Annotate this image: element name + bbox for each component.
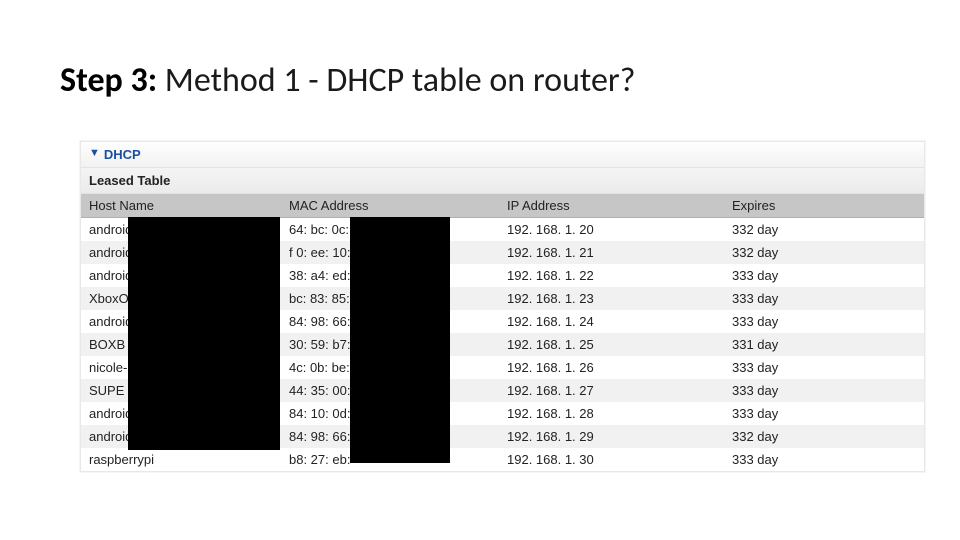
cell-exp: 332 day <box>724 425 924 448</box>
slide-title: Step 3: Method 1 - DHCP table on router? <box>60 60 900 101</box>
cell-ip: 192. 168. 1. 24 <box>499 310 724 333</box>
dhcp-panel: ▼ DHCP Leased Table Host Name MAC Addres… <box>80 141 925 472</box>
cell-exp: 333 day <box>724 402 924 425</box>
col-host: Host Name <box>81 194 281 218</box>
cell-exp: 333 day <box>724 264 924 287</box>
chevron-down-icon: ▼ <box>89 148 100 159</box>
col-ip: IP Address <box>499 194 724 218</box>
cell-exp: 333 day <box>724 287 924 310</box>
leased-table-head: Host Name MAC Address IP Address Expires <box>81 194 924 218</box>
col-expires: Expires <box>724 194 924 218</box>
cell-ip: 192. 168. 1. 22 <box>499 264 724 287</box>
cell-ip: 192. 168. 1. 26 <box>499 356 724 379</box>
cell-ip: 192. 168. 1. 30 <box>499 448 724 471</box>
cell-exp: 333 day <box>724 356 924 379</box>
cell-exp: 333 day <box>724 379 924 402</box>
col-mac: MAC Address <box>281 194 499 218</box>
cell-exp: 332 day <box>724 241 924 264</box>
cell-host: raspberrypi <box>81 448 281 471</box>
cell-ip: 192. 168. 1. 28 <box>499 402 724 425</box>
cell-exp: 331 day <box>724 333 924 356</box>
cell-ip: 192. 168. 1. 29 <box>499 425 724 448</box>
redaction-mac-suffixes <box>350 217 450 463</box>
table-row: raspberrypib8: 27: eb:192. 168. 1. 30333… <box>81 448 924 471</box>
cell-ip: 192. 168. 1. 27 <box>499 379 724 402</box>
dhcp-section-header[interactable]: ▼ DHCP <box>81 142 924 168</box>
cell-exp: 332 day <box>724 218 924 242</box>
redaction-hostnames <box>128 217 280 450</box>
title-step-label: Step 3: <box>60 60 157 101</box>
dhcp-section-label: DHCP <box>104 147 141 162</box>
slide: Step 3: Method 1 - DHCP table on router?… <box>0 0 960 540</box>
cell-exp: 333 day <box>724 310 924 333</box>
cell-ip: 192. 168. 1. 25 <box>499 333 724 356</box>
leased-table-heading: Leased Table <box>81 168 924 194</box>
cell-ip: 192. 168. 1. 21 <box>499 241 724 264</box>
title-rest: Method 1 - DHCP table on router? <box>157 60 635 101</box>
cell-exp: 333 day <box>724 448 924 471</box>
cell-ip: 192. 168. 1. 20 <box>499 218 724 242</box>
cell-ip: 192. 168. 1. 23 <box>499 287 724 310</box>
